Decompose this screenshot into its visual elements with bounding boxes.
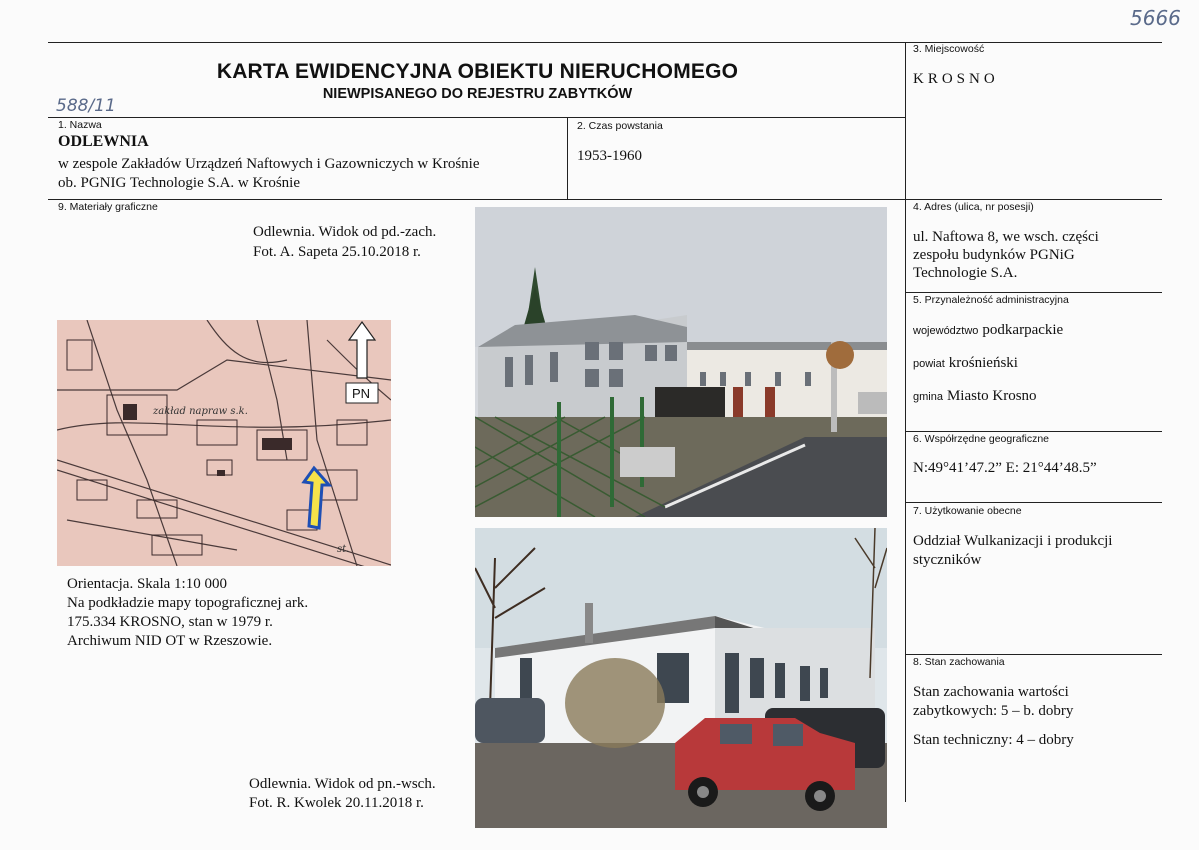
use-label: 7. Użytkowanie obecne xyxy=(913,505,1022,517)
card-title: KARTA EWIDENCYJNA OBIEKTU NIERUCHOMEGO xyxy=(216,60,739,83)
map-caption-line-1: Orientacja. Skala 1:10 000 xyxy=(67,576,227,592)
place-value: KROSNO xyxy=(913,71,999,87)
coords-label: 6. Współrzędne geograficzne xyxy=(913,433,1049,445)
date-label: 2. Czas powstania xyxy=(577,120,663,132)
photo1-caption-line-1: Odlewnia. Widok od pd.-zach. xyxy=(253,224,437,240)
address-label: 4. Adres (ulica, nr posesji) xyxy=(913,201,1034,213)
name-date-divider xyxy=(567,117,568,199)
use-line-2: styczników xyxy=(913,552,982,568)
object-name: ODLEWNIA xyxy=(58,133,149,150)
right-column-divider xyxy=(905,42,906,802)
county-value: krośnieński xyxy=(948,355,1018,371)
topographic-map: zakład napraw s.k. st. PN xyxy=(57,320,391,566)
map-text-station: st. xyxy=(337,544,349,555)
admin-bottom-rule xyxy=(905,431,1162,432)
map-caption-line-2: Na podkładzie mapy topograficznej ark. xyxy=(67,595,309,611)
condition-line-2: zabytkowych: 5 – b. dobry xyxy=(913,703,1074,719)
address-line-1: ul. Naftowa 8, we wsch. części xyxy=(913,229,1099,245)
top-rule xyxy=(48,42,1162,43)
header-bottom-rule xyxy=(48,117,905,118)
photo2-caption-line-1: Odlewnia. Widok od pn.-wsch. xyxy=(249,776,436,792)
address-bottom-rule xyxy=(905,292,1162,293)
photo-southwest-view xyxy=(475,207,887,517)
condition-line-1: Stan zachowania wartości xyxy=(913,684,1069,700)
condition-label: 8. Stan zachowania xyxy=(913,656,1005,668)
map-caption-line-4: Archiwum NID OT w Rzeszowie. xyxy=(67,633,273,649)
graphics-label: 9. Materiały graficzne xyxy=(58,201,158,213)
photo-northeast-view xyxy=(475,528,887,828)
name-bottom-rule xyxy=(48,199,1162,200)
photo2-caption-line-2: Fot. R. Kwolek 20.11.2018 r. xyxy=(249,795,424,811)
photo1-caption-line-2: Fot. A. Sapeta 25.10.2018 r. xyxy=(253,244,421,260)
map-text-workshop: zakład napraw s.k. xyxy=(152,406,248,417)
commune-value: Miasto Krosno xyxy=(946,388,1037,404)
coords-bottom-rule xyxy=(905,502,1162,503)
map-caption-line-3: 175.334 KROSNO, stan w 1979 r. xyxy=(67,614,273,630)
address-line-2: zespołu budynków PGNiG xyxy=(913,247,1075,263)
commune-row: gmina Miasto Krosno xyxy=(913,387,1037,405)
coords-value: N:49°41’47.2” E: 21°44’48.5” xyxy=(913,460,1097,476)
name-label: 1. Nazwa xyxy=(58,119,102,131)
county-label: powiat xyxy=(913,358,945,370)
use-line-1: Oddział Wulkanizacji i produkcji xyxy=(913,533,1113,549)
voivodeship-label: województwo xyxy=(913,325,979,337)
county-row: powiat krośnieński xyxy=(913,354,1018,372)
archive-number: 5666 xyxy=(1130,6,1181,30)
name-line-2: ob. PGNIG Technologie S.A. w Krośnie xyxy=(58,175,300,191)
voivodeship-value: podkarpackie xyxy=(982,322,1064,338)
condition-line-3: Stan techniczny: 4 – dobry xyxy=(913,732,1074,748)
date-value: 1953-1960 xyxy=(577,148,642,164)
admin-label: 5. Przynależność administracyjna xyxy=(913,294,1069,306)
address-line-3: Technologie S.A. xyxy=(913,265,1018,281)
card-subtitle: NIEWPISANEGO DO REJESTRU ZABYTKÓW xyxy=(322,86,633,102)
use-bottom-rule xyxy=(905,654,1162,655)
north-label: PN xyxy=(352,386,370,401)
commune-label: gmina xyxy=(913,391,943,403)
name-line-1: w zespole Zakładów Urządzeń Naftowych i … xyxy=(58,156,480,172)
place-label: 3. Miejscowość xyxy=(913,43,985,55)
voivodeship-row: województwo podkarpackie xyxy=(913,321,1063,339)
